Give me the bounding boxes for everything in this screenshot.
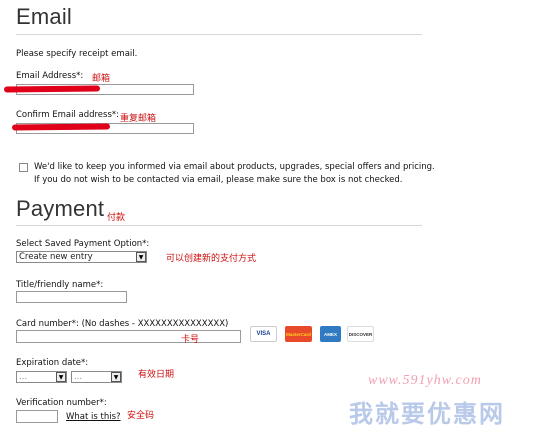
mastercard-logo-icon: MasterCard — [285, 326, 312, 342]
saved-payment-select[interactable]: Create new entry ▼ — [16, 251, 147, 263]
verification-number-label: Verification number*: — [16, 398, 107, 408]
chevron-down-icon: ▼ — [136, 252, 146, 262]
friendly-name-label: Title/friendly name*: — [16, 280, 104, 290]
card-number-label: Card number*: (No dashes - XXXXXXXXXXXXX… — [16, 319, 229, 329]
card-number-annotation: 卡号 — [181, 335, 200, 345]
verification-number-input[interactable] — [16, 410, 58, 423]
visa-logo-icon: VISA — [250, 326, 277, 342]
expiration-year-select[interactable]: ... ▼ — [71, 371, 122, 383]
amex-logo-icon: AMEX — [320, 326, 341, 342]
payment-title-annotation: 付款 — [107, 213, 126, 223]
verification-annotation: 安全码 — [127, 411, 155, 421]
email-optin-checkbox[interactable] — [19, 163, 28, 172]
friendly-name-input[interactable] — [16, 291, 127, 303]
payment-section-divider — [16, 225, 422, 226]
payment-section-title: Payment — [16, 196, 105, 221]
discover-logo-icon: DISCOVER — [347, 326, 374, 342]
card-number-input[interactable] — [16, 330, 241, 343]
email-address-label: Email Address*: — [16, 71, 84, 81]
saved-payment-select-value: Create new entry — [16, 251, 147, 263]
saved-payment-label: Select Saved Payment Option*: — [16, 239, 150, 249]
email-optin-text-line2: If you do not wish to be contacted via e… — [34, 175, 403, 185]
watermark-name: 我就要优惠网 — [349, 400, 505, 428]
expiration-month-select[interactable]: ... ▼ — [16, 371, 67, 383]
saved-payment-annotation: 可以创建新的支付方式 — [166, 254, 257, 264]
expiration-annotation: 有效日期 — [138, 370, 175, 380]
chevron-down-icon: ▼ — [111, 372, 121, 382]
what-is-this-link[interactable]: What is this? — [66, 412, 121, 422]
email-address-annotation: 邮箱 — [92, 74, 111, 84]
email-optin-text-line1: We'd like to keep you informed via email… — [34, 162, 435, 172]
confirm-email-label: Confirm Email address*: — [16, 110, 119, 120]
expiration-date-label: Expiration date*: — [16, 358, 89, 368]
email-instructions: Please specify receipt email. — [16, 49, 138, 59]
email-section-divider — [16, 34, 422, 35]
email-redaction-mark — [3, 85, 101, 93]
email-section-title: Email — [16, 4, 73, 29]
confirm-email-redaction-mark — [11, 123, 111, 131]
chevron-down-icon: ▼ — [56, 372, 66, 382]
watermark-url: www.591yhw.com — [368, 373, 482, 388]
